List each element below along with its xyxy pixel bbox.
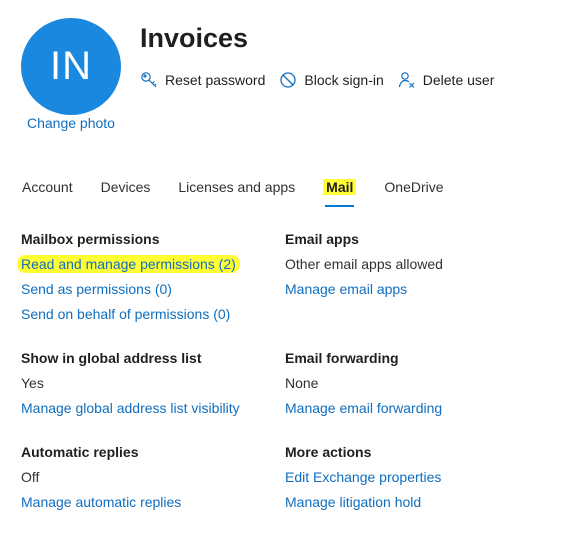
- tab-licenses-and-apps[interactable]: Licenses and apps: [178, 177, 295, 197]
- page-title: Invoices: [140, 23, 249, 53]
- edit-exchange-properties-link[interactable]: Edit Exchange properties: [285, 469, 441, 485]
- email-apps-section: Email apps Other email apps allowed Mana…: [285, 230, 443, 305]
- delete-user-label: Delete user: [422, 72, 495, 88]
- global-address-list-section: Show in global address list Yes Manage g…: [21, 349, 240, 424]
- section-title: Show in global address list: [21, 350, 202, 366]
- block-sign-in-button[interactable]: Block sign-in: [279, 71, 384, 89]
- delete-user-icon: [398, 71, 416, 89]
- email-forwarding-value: None: [285, 375, 319, 391]
- automatic-replies-section: Automatic replies Off Manage automatic r…: [21, 443, 181, 518]
- tab-devices[interactable]: Devices: [101, 177, 151, 197]
- block-icon: [279, 71, 297, 89]
- tab-account[interactable]: Account: [22, 177, 73, 197]
- manage-litigation-hold-link[interactable]: Manage litigation hold: [285, 494, 421, 510]
- reset-password-button[interactable]: Reset password: [140, 71, 265, 89]
- avatar-initials: IN: [50, 44, 92, 88]
- manage-automatic-replies-link[interactable]: Manage automatic replies: [21, 494, 181, 510]
- email-forwarding-section: Email forwarding None Manage email forwa…: [285, 349, 442, 424]
- section-title: More actions: [285, 444, 372, 460]
- automatic-replies-value: Off: [21, 469, 40, 485]
- user-actions-bar: Reset password Block sign-in Delete user: [140, 71, 508, 89]
- global-address-list-value: Yes: [21, 375, 44, 391]
- change-photo-link[interactable]: Change photo: [27, 115, 115, 131]
- tab-onedrive[interactable]: OneDrive: [384, 177, 443, 197]
- manage-global-address-list-link[interactable]: Manage global address list visibility: [21, 400, 240, 416]
- mailbox-permissions-section: Mailbox permissions Read and manage perm…: [17, 230, 240, 330]
- send-as-permissions-link[interactable]: Send as permissions (0): [21, 281, 172, 297]
- tab-bar: Account Devices Licenses and apps Mail O…: [22, 177, 472, 207]
- section-title: Email apps: [285, 231, 359, 247]
- delete-user-button[interactable]: Delete user: [398, 71, 495, 89]
- block-sign-in-label: Block sign-in: [304, 72, 384, 88]
- email-apps-value: Other email apps allowed: [285, 256, 443, 272]
- read-and-manage-permissions-link[interactable]: Read and manage permissions (2): [17, 255, 240, 273]
- section-title: Automatic replies: [21, 444, 139, 460]
- tab-mail-label: Mail: [323, 179, 357, 195]
- key-icon: [140, 71, 158, 89]
- avatar: IN: [21, 18, 121, 115]
- tab-mail[interactable]: Mail: [323, 177, 357, 207]
- section-title: Email forwarding: [285, 350, 399, 366]
- section-title: Mailbox permissions: [21, 231, 160, 247]
- reset-password-label: Reset password: [165, 72, 266, 88]
- send-on-behalf-permissions-link[interactable]: Send on behalf of permissions (0): [21, 306, 230, 322]
- manage-email-forwarding-link[interactable]: Manage email forwarding: [285, 400, 442, 416]
- manage-email-apps-link[interactable]: Manage email apps: [285, 281, 407, 297]
- more-actions-section: More actions Edit Exchange properties Ma…: [285, 443, 441, 518]
